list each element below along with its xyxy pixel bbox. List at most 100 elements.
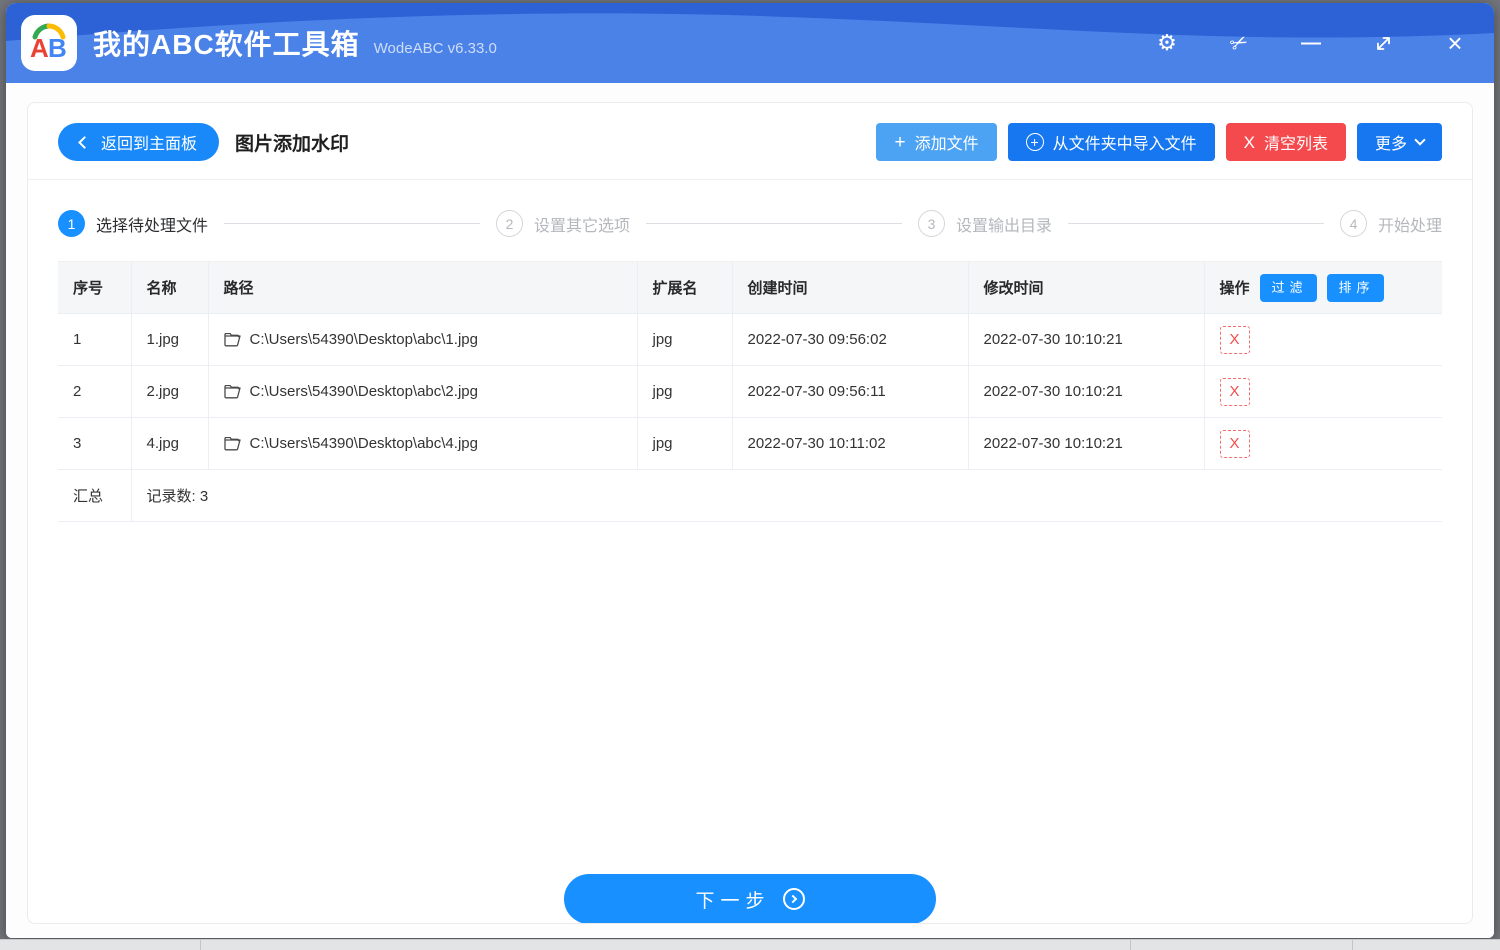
cell-path: C:\Users\54390\Desktop\abc\1.jpg — [208, 313, 638, 366]
file-table-container: 序号 名称 路径 扩展名 创建时间 修改时间 操作 过滤 排序 1 1.jpg … — [28, 261, 1472, 522]
col-header-name: 名称 — [131, 261, 209, 314]
step-3-label: 设置输出目录 — [956, 217, 1053, 235]
cell-name: 4.jpg — [131, 417, 209, 470]
folder-icon — [223, 332, 241, 347]
more-label: 更多 — [1374, 136, 1407, 153]
add-files-label: 添加文件 — [914, 136, 979, 153]
table-row: 1 1.jpg C:\Users\54390\Desktop\abc\1.jpg — [58, 313, 1442, 366]
col-header-operations: 操作 过滤 排序 — [1204, 261, 1442, 314]
clear-list-label: 清空列表 — [1263, 136, 1328, 153]
folder-icon — [223, 384, 241, 399]
summary-record-count: 记录数: 3 — [131, 469, 1442, 522]
sort-button[interactable]: 排序 — [1326, 273, 1384, 302]
col-header-path: 路径 — [208, 261, 638, 314]
col-header-index: 序号 — [58, 261, 132, 314]
filter-button[interactable]: 过滤 — [1259, 273, 1317, 302]
app-version: WodeABC v6.33.0 — [373, 39, 497, 57]
app-window: A B 我的ABC软件工具箱 WodeABC v6.33.0 ⚙ ✂ — × 返… — [6, 3, 1494, 938]
col-header-ext: 扩展名 — [637, 261, 733, 314]
step-2-options: 2 设置其它选项 — [496, 210, 630, 237]
close-icon[interactable]: × — [1442, 28, 1468, 58]
summary-row: 汇总 记录数: 3 — [58, 469, 1442, 522]
cell-name: 2.jpg — [131, 365, 209, 418]
cell-name: 1.jpg — [131, 313, 209, 366]
delete-row-button[interactable]: X — [1219, 325, 1250, 354]
summary-label: 汇总 — [58, 469, 132, 522]
step-connector — [1068, 223, 1324, 224]
page-title: 图片添加水印 — [235, 133, 350, 155]
circle-plus-icon: + — [1025, 133, 1044, 151]
cell-path: C:\Users\54390\Desktop\abc\2.jpg — [208, 365, 638, 418]
back-button-label: 返回到主面板 — [101, 136, 198, 153]
back-to-dashboard-button[interactable]: 返回到主面板 — [58, 123, 220, 161]
step-1-circle: 1 — [58, 210, 85, 237]
table-row: 3 4.jpg C:\Users\54390\Desktop\abc\4.jpg — [58, 417, 1442, 470]
cell-ext: jpg — [637, 313, 733, 366]
cell-ext: jpg — [637, 417, 733, 470]
cell-operations: X — [1204, 313, 1442, 366]
step-4-circle: 4 — [1340, 210, 1367, 237]
toolbar: 返回到主面板 图片添加水印 + 添加文件 + 从文件夹中导入文件 X 清空列表 — [28, 103, 1472, 179]
cell-modified: 2022-07-30 10:10:21 — [968, 313, 1205, 366]
cell-index: 1 — [58, 313, 132, 366]
step-connector — [646, 223, 902, 224]
cell-modified: 2022-07-30 10:10:21 — [968, 417, 1205, 470]
step-1-label: 选择待处理文件 — [96, 217, 209, 235]
file-table: 序号 名称 路径 扩展名 创建时间 修改时间 操作 过滤 排序 1 1.jpg … — [58, 261, 1442, 522]
table-header-row: 序号 名称 路径 扩展名 创建时间 修改时间 操作 过滤 排序 — [58, 261, 1442, 314]
step-connector — [224, 223, 480, 224]
step-1-select-files: 1 选择待处理文件 — [58, 210, 208, 237]
chevron-left-icon — [78, 135, 91, 149]
folder-icon — [223, 436, 241, 451]
svg-text:B: B — [48, 33, 67, 63]
delete-row-button[interactable]: X — [1219, 429, 1250, 458]
cell-index: 2 — [58, 365, 132, 418]
cell-operations: X — [1204, 417, 1442, 470]
next-step-label: 下一步 — [695, 890, 771, 912]
step-indicator: 1 选择待处理文件 2 设置其它选项 3 设置输出目录 4 开始处理 — [28, 180, 1472, 261]
cell-modified: 2022-07-30 10:10:21 — [968, 365, 1205, 418]
step-4-label: 开始处理 — [1378, 217, 1443, 235]
cell-created: 2022-07-30 09:56:02 — [732, 313, 969, 366]
settings-gear-icon[interactable]: ⚙ — [1154, 30, 1180, 56]
clear-list-button[interactable]: X 清空列表 — [1225, 123, 1346, 161]
path-text: C:\Users\54390\Desktop\abc\4.jpg — [249, 435, 478, 452]
add-files-button[interactable]: + 添加文件 — [876, 123, 997, 161]
background-taskbar — [0, 939, 1500, 950]
step-3-output-dir: 3 设置输出目录 — [918, 210, 1052, 237]
delete-row-button[interactable]: X — [1219, 377, 1250, 406]
chevron-down-icon — [1414, 134, 1426, 146]
cell-ext: jpg — [637, 365, 733, 418]
step-4-start: 4 开始处理 — [1340, 210, 1442, 237]
step-2-circle: 2 — [496, 210, 523, 237]
cell-operations: X — [1204, 365, 1442, 418]
app-title: 我的ABC软件工具箱 — [93, 29, 360, 60]
maximize-resize-icon[interactable] — [1370, 30, 1396, 56]
screenshot-scissors-icon[interactable]: ✂ — [1222, 26, 1257, 61]
minimize-icon[interactable]: — — [1298, 30, 1324, 56]
op-header-label: 操作 — [1219, 280, 1250, 297]
svg-text:A: A — [30, 33, 49, 63]
arrow-right-circle-icon — [782, 888, 805, 910]
step-3-circle: 3 — [918, 210, 945, 237]
more-dropdown-button[interactable]: 更多 — [1356, 123, 1442, 161]
step-2-label: 设置其它选项 — [534, 217, 631, 235]
x-icon: X — [1243, 132, 1255, 152]
import-folder-label: 从文件夹中导入文件 — [1052, 136, 1197, 153]
col-header-modified: 修改时间 — [968, 261, 1205, 314]
cell-created: 2022-07-30 10:11:02 — [732, 417, 969, 470]
plus-icon: + — [894, 131, 906, 153]
cell-created: 2022-07-30 09:56:11 — [732, 365, 969, 418]
cell-path: C:\Users\54390\Desktop\abc\4.jpg — [208, 417, 638, 470]
path-text: C:\Users\54390\Desktop\abc\2.jpg — [249, 383, 478, 400]
col-header-created: 创建时间 — [732, 261, 969, 314]
abc-logo-icon: A B — [30, 23, 67, 63]
app-logo: A B — [21, 15, 77, 71]
titlebar: A B 我的ABC软件工具箱 WodeABC v6.33.0 ⚙ ✂ — × — [6, 3, 1494, 83]
content-area: 返回到主面板 图片添加水印 + 添加文件 + 从文件夹中导入文件 X 清空列表 — [6, 83, 1494, 938]
import-from-folder-button[interactable]: + 从文件夹中导入文件 — [1007, 123, 1215, 161]
next-step-button[interactable]: 下一步 — [564, 874, 936, 923]
main-card: 返回到主面板 图片添加水印 + 添加文件 + 从文件夹中导入文件 X 清空列表 — [27, 102, 1473, 924]
cell-index: 3 — [58, 417, 132, 470]
path-text: C:\Users\54390\Desktop\abc\1.jpg — [249, 331, 478, 348]
